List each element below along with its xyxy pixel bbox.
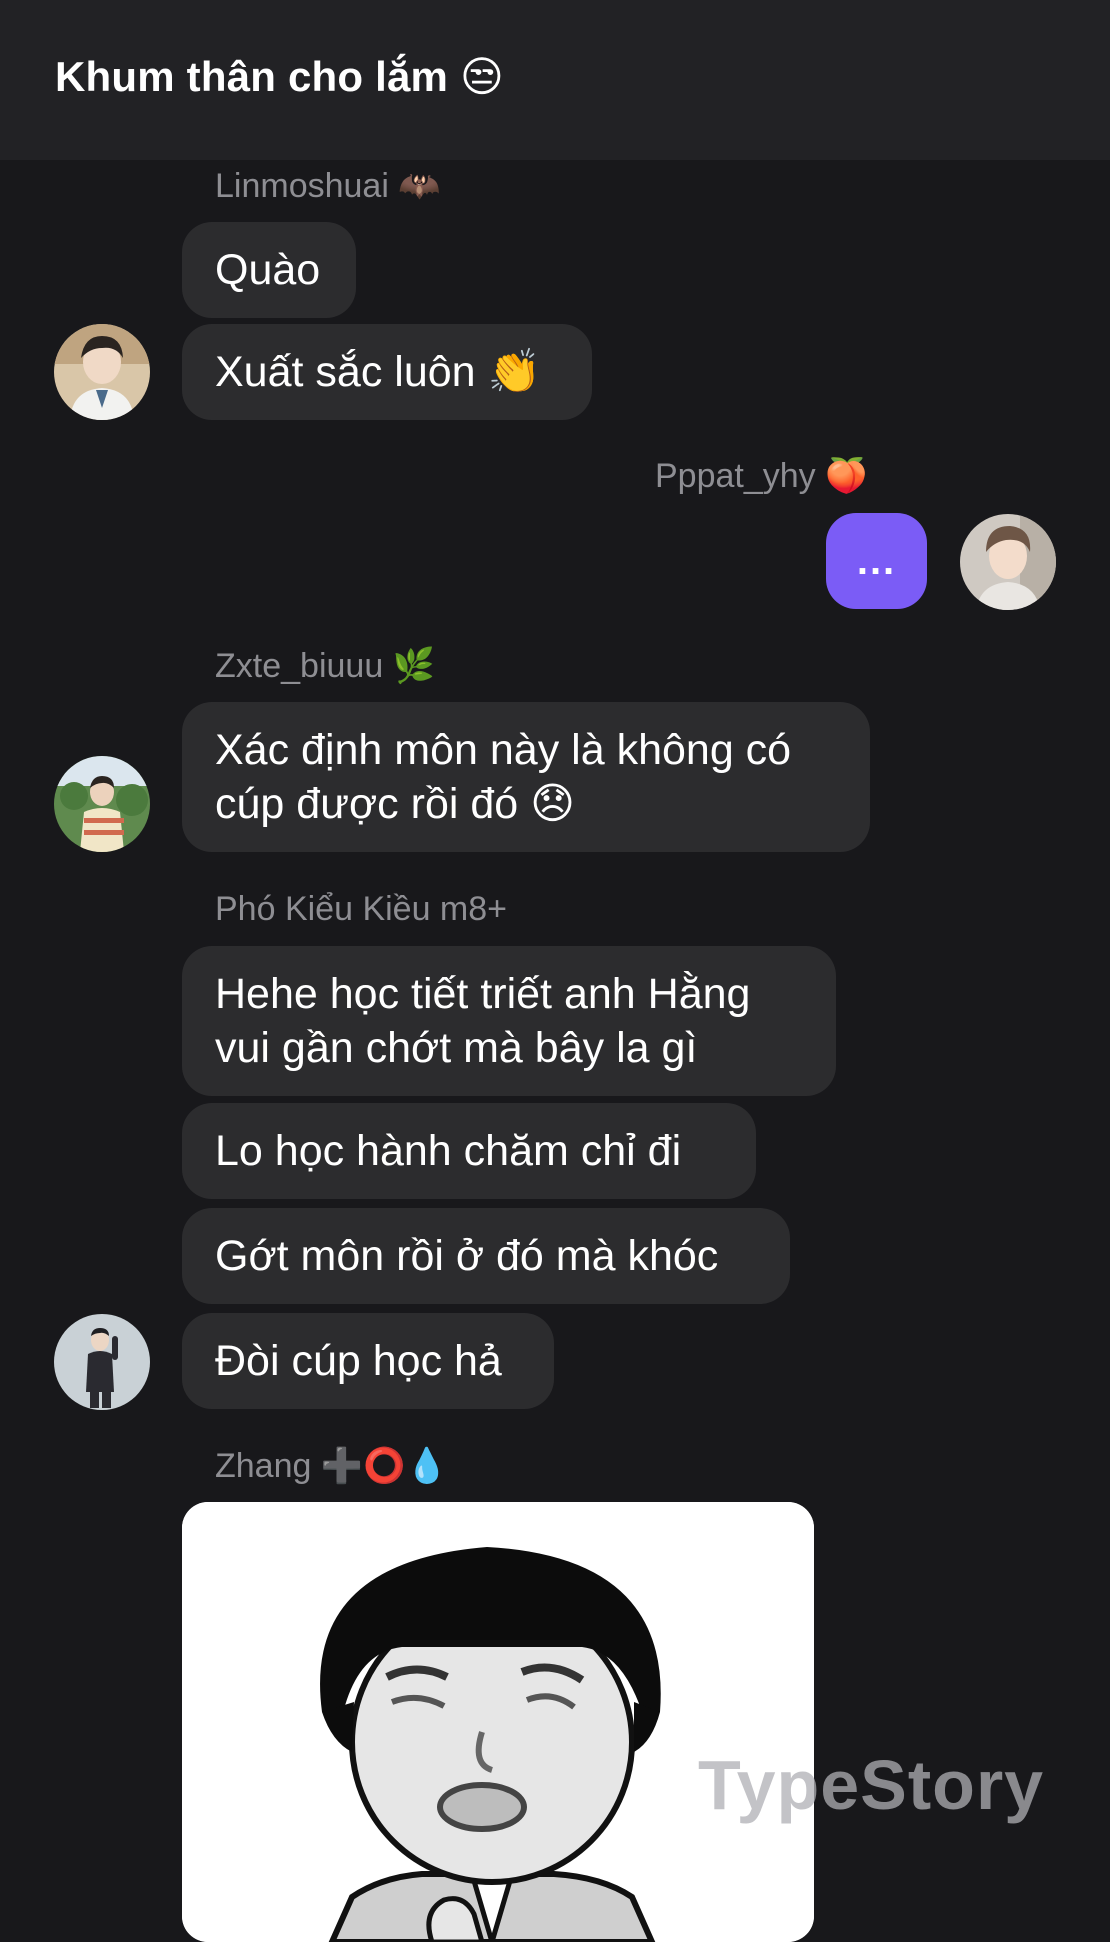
message-bubble[interactable]: Xuất sắc luôn 👏 bbox=[182, 324, 592, 420]
message-bubble-self[interactable]: ... bbox=[826, 513, 927, 609]
message-bubble[interactable]: Quào bbox=[182, 222, 356, 318]
watermark-text: TypeStory bbox=[698, 1746, 1045, 1824]
sender-name: Phó Kiểu Kiều m8+ bbox=[215, 890, 508, 928]
message-bubble[interactable]: Đòi cúp học hả bbox=[182, 1313, 554, 1409]
sender-name: Pppat_yhy 🍑 bbox=[655, 457, 868, 495]
sender-name: Linmoshuai 🦇 bbox=[215, 167, 441, 205]
chat-header: Khum thân cho lắm 😒 bbox=[0, 0, 1110, 160]
avatar[interactable] bbox=[54, 1314, 150, 1410]
sender-name: Zxte_biuuu 🌿 bbox=[215, 647, 436, 685]
message-bubble[interactable]: Gớt môn rồi ở đó mà khóc bbox=[182, 1208, 790, 1304]
message-bubble[interactable]: Hehe học tiết triết anh Hằng vui gần chớ… bbox=[182, 946, 836, 1096]
sender-name: Zhang ➕⭕💧 bbox=[215, 1447, 448, 1485]
sticker-image[interactable] bbox=[182, 1502, 814, 1942]
message-bubble[interactable]: Xác định môn này là không có cúp được rồ… bbox=[182, 702, 870, 852]
chat-title: Khum thân cho lắm 😒 bbox=[55, 53, 504, 100]
avatar[interactable] bbox=[54, 324, 150, 420]
avatar[interactable] bbox=[54, 756, 150, 852]
message-bubble[interactable]: Lo học hành chăm chỉ đi bbox=[182, 1103, 756, 1199]
avatar[interactable] bbox=[960, 514, 1056, 610]
